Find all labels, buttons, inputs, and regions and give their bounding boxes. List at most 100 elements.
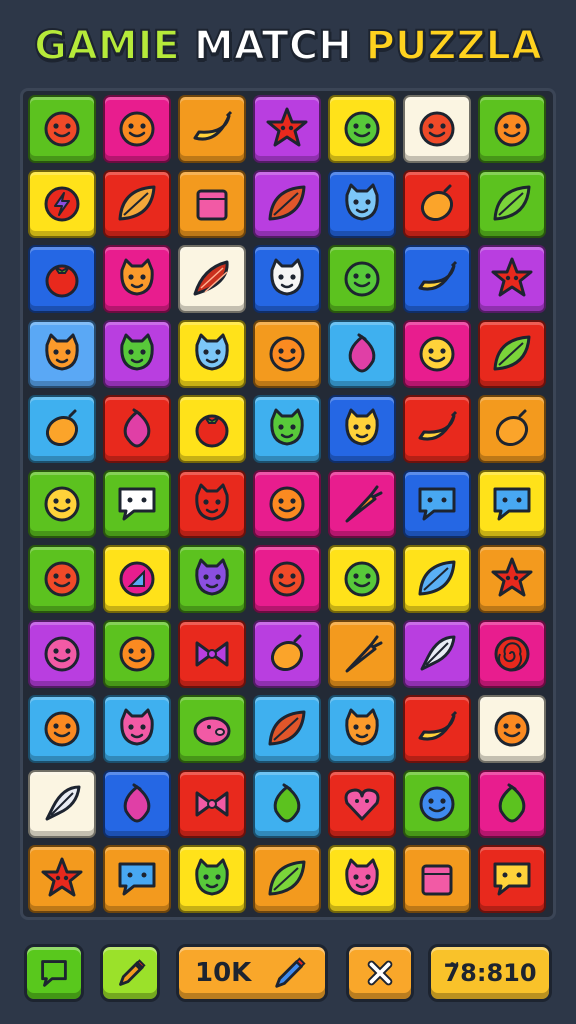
- tile-box-pink-r2c3[interactable]: [178, 170, 246, 238]
- tile-cat-white-r3c4[interactable]: [253, 245, 321, 313]
- timer-display[interactable]: 7̃8:810: [428, 944, 552, 1002]
- tile-face-orange-r1c2[interactable]: [103, 95, 171, 163]
- tile-tomato-r3c1[interactable]: [28, 245, 96, 313]
- bubble-red-icon: [118, 487, 156, 521]
- cat-red-icon: [195, 483, 229, 521]
- tile-berry-pink-r5c2[interactable]: [103, 395, 171, 463]
- bow-pink-icon: [195, 791, 229, 817]
- tile-bow-purple-r8c3[interactable]: [178, 620, 246, 688]
- cat-orange-icon: [45, 333, 79, 371]
- tile-tomato-r5c3[interactable]: [178, 395, 246, 463]
- carrot-icon: [345, 635, 383, 673]
- star-red-icon: [491, 257, 533, 297]
- tile-badge-pink-r7c2[interactable]: [103, 545, 171, 613]
- cat-blue-icon: [345, 183, 379, 221]
- tile-cat-green-r5c4[interactable]: [253, 395, 321, 463]
- tile-face-red-r1c6[interactable]: [403, 95, 471, 163]
- tile-banana-r1c3[interactable]: [178, 95, 246, 163]
- tile-lemon-orange-r8c4[interactable]: [253, 620, 321, 688]
- tile-bow-pink-r10c3[interactable]: [178, 770, 246, 838]
- tile-face-orange-r4c4[interactable]: [253, 320, 321, 388]
- face-orange-icon: [44, 711, 80, 747]
- tile-bubble-blue-r11c2[interactable]: [103, 845, 171, 913]
- tile-face-orange-r6c4[interactable]: [253, 470, 321, 538]
- tile-bubble-yellow-r11c7[interactable]: [478, 845, 546, 913]
- tile-cat-blue-r2c5[interactable]: [328, 170, 396, 238]
- pencil-icon: [119, 959, 146, 986]
- tile-cat-blue-r4c3[interactable]: [178, 320, 246, 388]
- tile-face-green-r7c5[interactable]: [328, 545, 396, 613]
- tile-badge-r2c1[interactable]: [28, 170, 96, 238]
- banana-icon: [418, 410, 458, 441]
- tile-face-green-r1c5[interactable]: [328, 95, 396, 163]
- tile-cat-orange-r9c5[interactable]: [328, 695, 396, 763]
- tile-berry-green-r10c4[interactable]: [253, 770, 321, 838]
- tile-face-yellow-r6c1[interactable]: [28, 470, 96, 538]
- tile-banana-r5c6[interactable]: [403, 395, 471, 463]
- tile-face-red-r7c4[interactable]: [253, 545, 321, 613]
- close-button[interactable]: [346, 944, 414, 1002]
- hint-button[interactable]: [24, 944, 84, 1002]
- tile-berry-pink-r10c2[interactable]: [103, 770, 171, 838]
- tile-heart-pink-r10c5[interactable]: [328, 770, 396, 838]
- tile-cat-pink-r11c5[interactable]: [328, 845, 396, 913]
- tile-star-red-r3c7[interactable]: [478, 245, 546, 313]
- tile-face-green-r3c5[interactable]: [328, 245, 396, 313]
- tile-feather-r10c1[interactable]: [28, 770, 96, 838]
- tile-box-pink-r11c6[interactable]: [403, 845, 471, 913]
- tile-star-red-r11c1[interactable]: [28, 845, 96, 913]
- tile-leaf-green-r2c7[interactable]: [478, 170, 546, 238]
- tile-face-red-r1c1[interactable]: [28, 95, 96, 163]
- tile-berry-pink-r4c5[interactable]: [328, 320, 396, 388]
- tile-lemon-orange-r5c7[interactable]: [478, 395, 546, 463]
- tile-face-blue-r10c6[interactable]: [403, 770, 471, 838]
- tile-leaf-orange-r2c2[interactable]: [103, 170, 171, 238]
- tile-cat-red-r6c3[interactable]: [178, 470, 246, 538]
- cat-pink-icon: [120, 708, 154, 746]
- tile-face-red-r7c1[interactable]: [28, 545, 96, 613]
- tile-feather-r8c6[interactable]: [403, 620, 471, 688]
- tile-pig-pink-r9c3[interactable]: [178, 695, 246, 763]
- tile-star-red-r7c7[interactable]: [478, 545, 546, 613]
- tile-cat-pink-r9c2[interactable]: [103, 695, 171, 763]
- tile-face-orange-r9c7[interactable]: [478, 695, 546, 763]
- berry-pink-icon: [123, 783, 151, 823]
- lemon-orange-icon: [270, 634, 304, 672]
- tile-bubble-blue-r6c6[interactable]: [403, 470, 471, 538]
- tile-face-yellow-r4c6[interactable]: [403, 320, 471, 388]
- tile-face-orange-r1c7[interactable]: [478, 95, 546, 163]
- tile-cat-purple-r7c3[interactable]: [178, 545, 246, 613]
- face-green-icon: [344, 111, 380, 147]
- tile-leaf-blue-r7c6[interactable]: [403, 545, 471, 613]
- tile-bubble-blue-r6c7[interactable]: [478, 470, 546, 538]
- tile-lemon-orange-r2c6[interactable]: [403, 170, 471, 238]
- pig-pink-icon: [193, 716, 231, 746]
- tile-lemon-orange-r5c1[interactable]: [28, 395, 96, 463]
- pencil-button[interactable]: [100, 944, 160, 1002]
- tile-leaf-red-r2c4[interactable]: [253, 170, 321, 238]
- tile-spiral-r8c7[interactable]: [478, 620, 546, 688]
- tile-leaf-green-r4c7[interactable]: [478, 320, 546, 388]
- tile-leaf-red-r9c4[interactable]: [253, 695, 321, 763]
- banana-icon: [193, 110, 233, 141]
- face-red-icon: [44, 561, 80, 597]
- tile-leaf-green-r11c4[interactable]: [253, 845, 321, 913]
- tile-berry-green-r10c7[interactable]: [478, 770, 546, 838]
- tile-bubble-red-r6c2[interactable]: [103, 470, 171, 538]
- tile-cat-orange-r3c2[interactable]: [103, 245, 171, 313]
- tile-banana-r3c6[interactable]: [403, 245, 471, 313]
- tile-cat-green-r4c2[interactable]: [103, 320, 171, 388]
- tile-face-orange-r8c2[interactable]: [103, 620, 171, 688]
- cat-orange-icon: [120, 258, 154, 296]
- tile-pepper-r3c3[interactable]: [178, 245, 246, 313]
- tile-banana-r9c6[interactable]: [403, 695, 471, 763]
- tile-star-red-r1c4[interactable]: [253, 95, 321, 163]
- tile-cat-orange-r4c1[interactable]: [28, 320, 96, 388]
- tile-carrot-r8c5[interactable]: [328, 620, 396, 688]
- tile-cat-yellow-r5c5[interactable]: [328, 395, 396, 463]
- tile-carrot-r6c5[interactable]: [328, 470, 396, 538]
- score-display[interactable]: 10K: [176, 944, 328, 1002]
- tile-face-pink-r8c1[interactable]: [28, 620, 96, 688]
- tile-face-orange-r9c1[interactable]: [28, 695, 96, 763]
- tile-cat-green-r11c3[interactable]: [178, 845, 246, 913]
